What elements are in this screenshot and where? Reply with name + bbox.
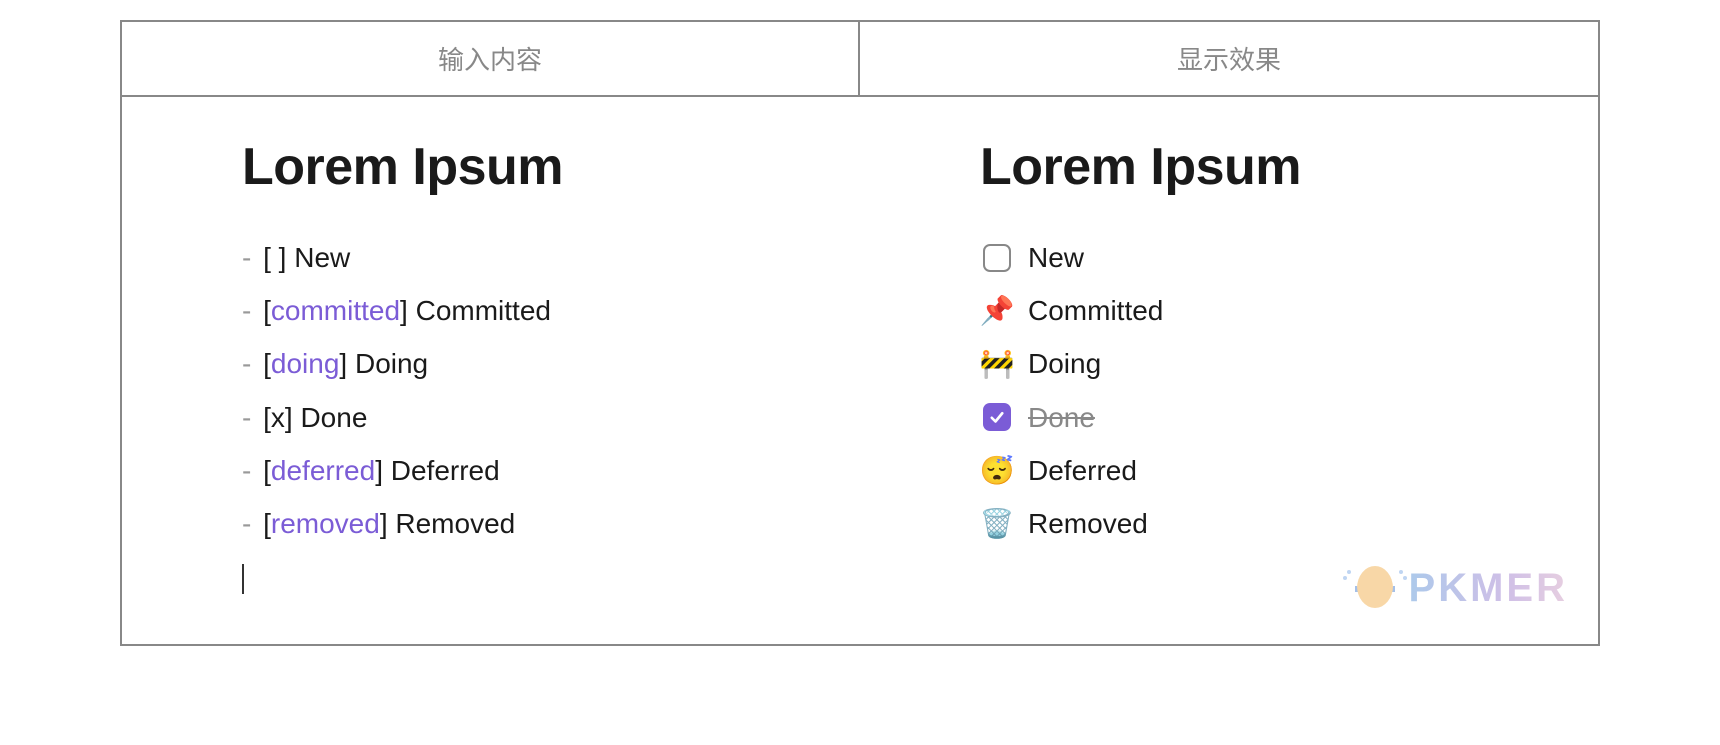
- render-label: Deferred: [1028, 444, 1137, 497]
- source-item: - [removed] Removed: [242, 497, 810, 550]
- source-list: - [ ] New - [committed] Committed - [doi…: [242, 231, 810, 550]
- checked-checkbox-icon[interactable]: [980, 400, 1014, 434]
- comparison-table: 输入内容 显示效果 Lorem Ipsum - [ ] New - [commi…: [120, 20, 1600, 646]
- render-label: New: [1028, 231, 1084, 284]
- render-item: 🗑️ Removed: [980, 497, 1548, 550]
- render-label: Done: [1028, 391, 1095, 444]
- watermark-text: PKMER: [1409, 566, 1568, 611]
- source-item: - [ ] New: [242, 231, 810, 284]
- source-item: - [deferred] Deferred: [242, 444, 810, 497]
- render-heading: Lorem Ipsum: [980, 137, 1548, 197]
- render-item: 📌 Committed: [980, 284, 1548, 337]
- empty-checkbox-icon[interactable]: [980, 241, 1014, 275]
- render-list: New 📌 Committed 🚧 Doing Done 😴 Deferred: [980, 231, 1548, 550]
- render-item: 😴 Deferred: [980, 444, 1548, 497]
- render-item: 🚧 Doing: [980, 337, 1548, 390]
- source-item: - [committed] Committed: [242, 284, 810, 337]
- render-label: Doing: [1028, 337, 1101, 390]
- render-item: Done: [980, 391, 1548, 444]
- source-item: - [x] Done: [242, 391, 810, 444]
- render-label: Committed: [1028, 284, 1163, 337]
- source-pane: Lorem Ipsum - [ ] New - [committed] Comm…: [122, 97, 860, 644]
- watermark-logo-icon: [1349, 562, 1401, 614]
- header-input: 输入内容: [122, 22, 860, 97]
- render-label: Removed: [1028, 497, 1148, 550]
- source-heading: Lorem Ipsum: [242, 137, 810, 197]
- wastebasket-icon: 🗑️: [980, 507, 1014, 541]
- watermark: PKMER: [1349, 562, 1568, 614]
- render-item: New: [980, 231, 1548, 284]
- header-output: 显示效果: [860, 22, 1598, 97]
- pushpin-icon: 📌: [980, 294, 1014, 328]
- construction-icon: 🚧: [980, 347, 1014, 381]
- source-item: - [doing] Doing: [242, 337, 810, 390]
- sleeping-icon: 😴: [980, 453, 1014, 487]
- render-pane: Lorem Ipsum New 📌 Committed 🚧 Doing Done: [860, 97, 1598, 644]
- text-cursor: [242, 564, 244, 594]
